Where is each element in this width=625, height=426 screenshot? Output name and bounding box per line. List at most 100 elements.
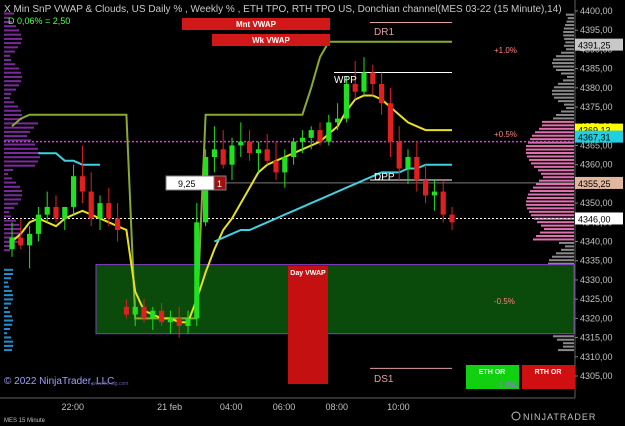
left-profile-bar: [4, 29, 19, 32]
order-quantity: 9,25: [178, 179, 196, 189]
left-profile-bar: [4, 249, 10, 252]
left-profile-bar: [4, 113, 22, 116]
right-profile-bar: [544, 228, 574, 231]
left-profile-bar: [4, 143, 35, 146]
left-profile-bar: [4, 59, 11, 62]
right-profile-bar: [558, 82, 574, 85]
y-tick-label: 4375,00: [580, 102, 613, 112]
right-profile-bar: [541, 172, 574, 175]
candle-body: [27, 233, 33, 246]
candle-body: [343, 84, 349, 119]
right-profile-bar: [565, 41, 574, 44]
left-profile-bar: [4, 126, 34, 129]
left-profile-bar: [4, 336, 11, 339]
right-profile-bar: [566, 48, 574, 51]
watermark-text: www.fin-alg.com: [92, 381, 128, 387]
candle-body: [308, 130, 314, 138]
x-tick-label: 04:00: [220, 402, 243, 412]
left-profile-bar: [4, 177, 12, 180]
y-tick-label: 4395,00: [580, 25, 613, 35]
left-profile-bar: [4, 194, 22, 197]
wpp-label: WPP: [334, 75, 357, 86]
left-profile-bar: [4, 37, 22, 40]
right-profile-bar: [564, 37, 574, 40]
right-profile-bar: [535, 131, 574, 134]
left-profile-bar: [4, 206, 14, 209]
candle-body: [97, 203, 103, 219]
candle-body: [194, 222, 200, 319]
left-profile-bar: [4, 349, 12, 352]
order-widget[interactable]: 9,25 1: [165, 175, 227, 191]
right-profile-bar: [563, 27, 574, 30]
right-profile-bar: [561, 110, 574, 113]
candle-body: [282, 157, 288, 173]
candle-body: [255, 149, 261, 154]
ninjatrader-logo: NINJATRADER: [511, 411, 595, 422]
candle-body: [423, 180, 429, 196]
candle-body: [405, 157, 411, 169]
plus1-label: +1.0%: [494, 46, 517, 55]
rth-or-button[interactable]: RTH OR: [522, 365, 575, 389]
candle-body: [220, 149, 226, 165]
ds1-label: DS1: [374, 374, 394, 385]
right-profile-bar: [534, 165, 574, 168]
y-tick-label: 4305,00: [580, 371, 613, 381]
right-profile-bar: [536, 183, 574, 186]
right-profile-bar: [556, 55, 574, 58]
candle-body: [317, 130, 323, 142]
y-tick-label: 4380,00: [580, 83, 613, 93]
price-badge-label: 4346,00: [578, 214, 611, 224]
right-profile-bar: [542, 124, 574, 127]
right-profile-bar: [563, 345, 574, 348]
dpp-label: DPP: [374, 172, 395, 183]
right-profile-bar: [529, 158, 574, 161]
candle-body: [387, 103, 393, 142]
wk-vwap-button[interactable]: Wk VWAP: [212, 34, 330, 46]
y-tick-label: 4325,00: [580, 294, 613, 304]
mnt-vwap-button[interactable]: Mnt VWAP: [182, 18, 330, 30]
left-profile-bar: [4, 198, 21, 201]
daily-percent-label: D 0,06% = 2,50: [8, 16, 70, 26]
left-profile-bar: [4, 130, 30, 133]
right-profile-bar: [543, 176, 574, 179]
candle-body: [291, 141, 297, 157]
right-profile-bar: [561, 51, 574, 54]
right-profile-bar: [531, 162, 574, 165]
y-tick-label: 4315,00: [580, 333, 613, 343]
order-side-count: 1: [217, 179, 222, 189]
left-profile-bar: [4, 285, 9, 288]
left-profile-bar: [4, 219, 16, 222]
right-profile-bar: [554, 86, 574, 89]
right-profile-bar: [528, 193, 574, 196]
right-profile-bar: [553, 65, 574, 68]
left-profile-bar: [4, 332, 7, 335]
instrument-label: MES 15 Minute: [4, 418, 46, 424]
left-profile-bar: [4, 147, 38, 150]
right-profile-bar: [554, 96, 574, 99]
left-profile-bar: [4, 344, 13, 347]
candle-body: [361, 72, 367, 92]
right-profile-bar: [553, 117, 574, 120]
left-profile-bar: [4, 156, 40, 159]
candle-body: [326, 122, 332, 142]
candle-body: [396, 141, 402, 169]
candle-body: [247, 141, 253, 154]
left-profile-bar: [4, 71, 21, 74]
left-profile-bar: [4, 92, 11, 95]
right-profile-bar: [553, 335, 574, 338]
left-profile-bar: [4, 173, 8, 176]
mnt-vwap-label: Mnt VWAP: [236, 20, 277, 29]
candle-body: [18, 237, 24, 246]
left-profile-bar: [4, 211, 9, 214]
left-profile-bar: [4, 160, 38, 163]
right-profile-bar: [549, 259, 574, 262]
candle-body: [44, 206, 50, 215]
left-profile-bar: [4, 311, 10, 314]
right-profile-bar: [567, 75, 574, 78]
left-profile-bar: [4, 88, 16, 91]
right-profile-bar: [556, 252, 574, 255]
right-profile-bar: [565, 245, 574, 248]
left-profile-bar: [4, 202, 18, 205]
right-profile-bar: [566, 107, 574, 110]
candle-body: [431, 191, 437, 196]
